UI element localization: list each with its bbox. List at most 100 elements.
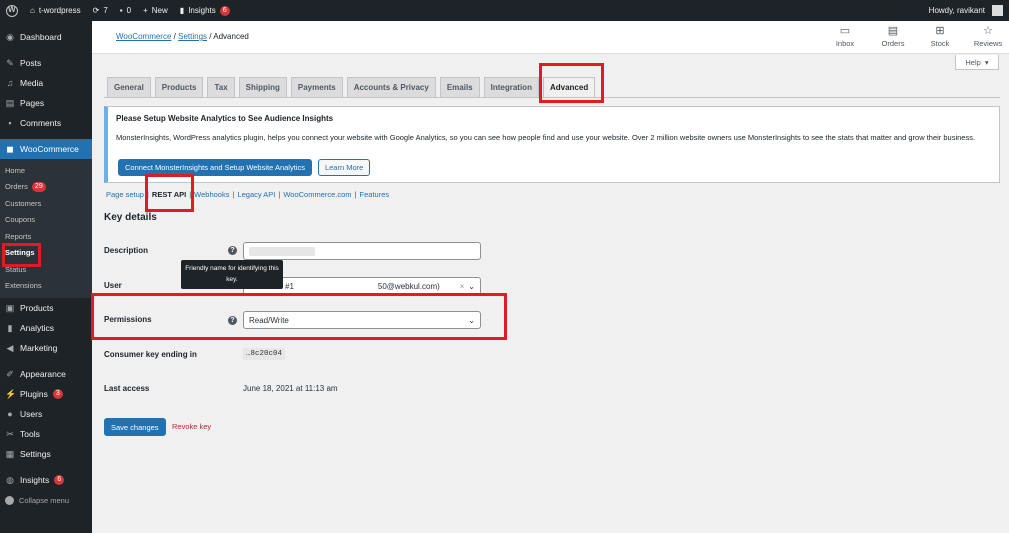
subsection-legacy-api[interactable]: Legacy API — [237, 190, 275, 199]
collapse-menu-button[interactable]: Collapse menu — [0, 490, 92, 510]
submenu-item-extensions[interactable]: Extensions — [0, 278, 92, 295]
breadcrumb-settings[interactable]: Settings — [178, 32, 207, 41]
insights-menu[interactable]: ▮ Insights 6 — [174, 0, 236, 21]
plugins-badge: 3 — [52, 389, 63, 399]
help-tip-icon[interactable]: ? — [228, 316, 237, 325]
media-icon: ♫ — [6, 78, 14, 88]
wordpress-icon — [6, 4, 18, 17]
subsection-features[interactable]: Features — [360, 190, 390, 199]
submenu-item-coupons[interactable]: Coupons — [0, 212, 92, 229]
clear-icon[interactable]: × — [460, 282, 465, 291]
account-menu[interactable]: Howdy, ravikant — [923, 0, 1009, 21]
sidebar-item-label: Media — [20, 78, 44, 88]
tab-payments[interactable]: Payments — [290, 77, 343, 97]
comment-icon: ▪ — [8, 118, 12, 128]
sidebar-item-users[interactable]: ● Users — [0, 404, 92, 424]
sidebar-item-label: Tools — [20, 429, 40, 439]
howdy-text: Howdy, ravikant — [928, 6, 985, 15]
sidebar-item-woocommerce[interactable]: ◼ WooCommerce — [0, 139, 92, 159]
connect-monsterinsights-button[interactable]: Connect MonsterInsights and Setup Websit… — [118, 159, 312, 176]
submenu-item-customers[interactable]: Customers — [0, 195, 92, 212]
sidebar-item-marketing[interactable]: ◀ Marketing — [0, 338, 92, 358]
star-icon: ☆ — [983, 25, 993, 37]
sidebar-item-label: WooCommerce — [20, 144, 79, 154]
sidebar-item-analytics[interactable]: ▮ Analytics — [0, 318, 92, 338]
site-name-menu[interactable]: ⌂ t-wordpress — [24, 0, 87, 21]
tab-accounts-privacy[interactable]: Accounts & Privacy — [346, 77, 436, 97]
sidebar-item-media[interactable]: ♫ Media — [0, 73, 92, 93]
breadcrumb-current: Advanced — [213, 32, 249, 41]
tab-integration[interactable]: Integration — [483, 77, 539, 97]
subsection-woocommerce-com[interactable]: WooCommerce.com — [283, 190, 351, 199]
breadcrumb-woocommerce[interactable]: WooCommerce — [116, 32, 171, 41]
comments-menu[interactable]: ▪ 0 — [114, 0, 137, 21]
subsection-page-setup[interactable]: Page setup — [106, 190, 144, 199]
permissions-select[interactable]: Read/Write ⌄ — [243, 311, 481, 329]
woocommerce-icon: ◼ — [6, 144, 14, 154]
submenu-label: Home — [5, 165, 26, 175]
sidebar-item-label: Users — [20, 409, 43, 419]
submenu-label: Orders — [5, 182, 28, 192]
tab-emails[interactable]: Emails — [439, 77, 480, 97]
submenu-item-status[interactable]: Status — [0, 261, 92, 278]
submenu-item-reports[interactable]: Reports — [0, 228, 92, 245]
submenu-item-settings[interactable]: Settings — [0, 245, 92, 262]
subsection-rest-api[interactable]: REST API — [152, 190, 186, 199]
tab-shipping[interactable]: Shipping — [238, 77, 287, 97]
consumer-key-code: …8c20c04 — [243, 348, 286, 360]
help-button[interactable]: Help ▾ — [955, 55, 999, 70]
subsection-webhooks[interactable]: Webhooks — [194, 190, 229, 199]
revoke-key-link[interactable]: Revoke key — [172, 422, 211, 431]
sidebar-item-tools[interactable]: ✂ Tools — [0, 424, 92, 444]
stock-button[interactable]: ⊞ Stock — [920, 25, 960, 48]
sidebar-item-pages[interactable]: ▤ Pages — [0, 93, 92, 113]
sidebar-item-comments[interactable]: ▪ Comments — [0, 113, 92, 133]
admin-bar: ⌂ t-wordpress ⟳ 7 ▪ 0 + New ▮ Insights 6… — [0, 0, 1009, 21]
updates-menu[interactable]: ⟳ 7 — [87, 0, 114, 21]
help-label: Help — [965, 57, 981, 67]
submenu-label: Coupons — [5, 215, 36, 225]
sidebar-item-dashboard[interactable]: ◉ Dashboard — [0, 27, 92, 47]
submenu-item-home[interactable]: Home — [0, 162, 92, 179]
permissions-label: Permissions — [104, 315, 152, 324]
learn-more-button[interactable]: Learn More — [317, 159, 371, 176]
bar-chart-icon: ▮ — [179, 6, 185, 15]
sidebar-item-appearance[interactable]: ✐ Appearance — [0, 364, 92, 384]
sidebar-item-posts[interactable]: ✎ Posts — [0, 53, 92, 73]
tooltip: Friendly name for identifying this key. — [181, 260, 283, 289]
new-label: New — [151, 6, 168, 15]
description-input[interactable] — [243, 242, 481, 260]
user-value-suffix: 50@webkul.com) — [377, 281, 440, 291]
save-changes-button[interactable]: Save changes — [104, 418, 166, 436]
sidebar-item-label: Settings — [20, 449, 51, 459]
wp-logo-menu[interactable] — [0, 0, 24, 21]
analytics-notice: Please Setup Website Analytics to See Au… — [104, 106, 1000, 183]
sidebar-item-settings[interactable]: ▦ Settings — [0, 444, 92, 464]
tab-tax[interactable]: Tax — [207, 77, 235, 97]
orders-icon: ▤ — [887, 25, 899, 37]
tab-products[interactable]: Products — [154, 77, 204, 97]
help-tip-icon[interactable]: ? — [228, 246, 237, 255]
bar-chart-icon: ▮ — [7, 323, 13, 333]
sidebar-item-insights[interactable]: ◍ Insights 6 — [0, 470, 92, 490]
admin-sidebar: ◉ Dashboard ✎ Posts ♫ Media ▤ Pages ▪ Comment… — [0, 21, 92, 533]
tab-general[interactable]: General — [107, 77, 151, 97]
pin-icon: ✎ — [6, 58, 14, 68]
inbox-label: Inbox — [835, 39, 855, 48]
sidebar-item-label: Insights — [20, 475, 50, 485]
pages-icon: ▤ — [5, 98, 15, 108]
reviews-button[interactable]: ☆ Reviews — [968, 25, 1008, 48]
sidebar-item-products[interactable]: ▣ Products — [0, 298, 92, 318]
submenu-item-orders[interactable]: Orders 29 — [0, 179, 92, 196]
breadcrumb: WooCommerce / Settings / Advanced — [116, 32, 249, 41]
separator: | — [189, 190, 192, 199]
updates-count: 7 — [103, 6, 108, 15]
tab-advanced[interactable]: Advanced — [542, 77, 596, 97]
sidebar-item-label: Dashboard — [20, 32, 62, 42]
separator: | — [232, 190, 235, 199]
consumer-key-value: …8c20c04 — [243, 348, 286, 360]
new-content-menu[interactable]: + New — [137, 0, 174, 21]
orders-button[interactable]: ▤ Orders — [873, 25, 913, 48]
inbox-button[interactable]: ▭ Inbox — [825, 25, 865, 48]
sidebar-item-plugins[interactable]: ⚡ Plugins 3 — [0, 384, 92, 404]
